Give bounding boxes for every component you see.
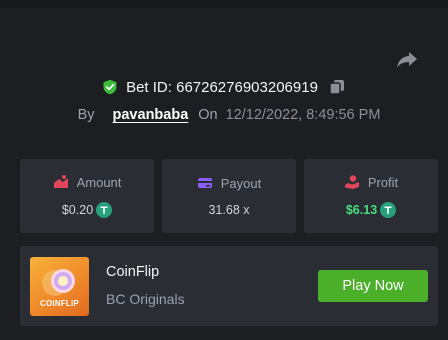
profit-hand-icon bbox=[344, 175, 359, 189]
verified-shield-icon bbox=[103, 79, 117, 95]
amount-value: $0.20 bbox=[61, 203, 94, 217]
play-now-button[interactable]: Play Now bbox=[318, 270, 428, 302]
payout-value: 31.68 x bbox=[208, 203, 250, 217]
share-icon[interactable] bbox=[395, 47, 419, 71]
bet-amount-icon bbox=[53, 175, 68, 188]
payout-label: Payout bbox=[220, 175, 262, 191]
wallet-card-icon bbox=[197, 178, 212, 188]
bet-id: Bet ID: 66726276903206919 bbox=[126, 78, 318, 96]
game-thumbnail[interactable]: COINFLIP bbox=[30, 257, 89, 316]
amount-label: Amount bbox=[76, 174, 122, 190]
tether-icon bbox=[380, 202, 397, 218]
by-label: By bbox=[77, 107, 95, 123]
bet-meta-row: By pavanbaba On 12/12/2022, 8:49:56 PM bbox=[0, 104, 448, 126]
thumbnail-label: COINFLIP bbox=[40, 299, 79, 308]
game-provider: BC Originals bbox=[106, 291, 185, 307]
on-label: On bbox=[198, 107, 218, 123]
top-strip bbox=[0, 0, 448, 8]
amount-card: Amount $0.20 bbox=[20, 159, 154, 233]
game-card: COINFLIP CoinFlip BC Originals Play Now bbox=[20, 246, 438, 326]
bet-id-row: Bet ID: 66726276903206919 bbox=[0, 76, 448, 98]
game-name: CoinFlip bbox=[106, 264, 160, 280]
copy-icon[interactable] bbox=[328, 78, 346, 96]
profit-card: Profit $6.13 bbox=[304, 159, 438, 233]
username-link[interactable]: pavanbaba bbox=[113, 107, 189, 123]
stats-row: Amount $0.20 Payout 31.68 x Profit $6.13 bbox=[20, 159, 438, 233]
bet-datetime: 12/12/2022, 8:49:56 PM bbox=[225, 107, 381, 123]
payout-card: Payout 31.68 x bbox=[162, 159, 296, 233]
profit-label: Profit bbox=[367, 174, 399, 190]
tether-icon bbox=[96, 202, 113, 218]
profit-value: $6.13 bbox=[345, 203, 378, 217]
